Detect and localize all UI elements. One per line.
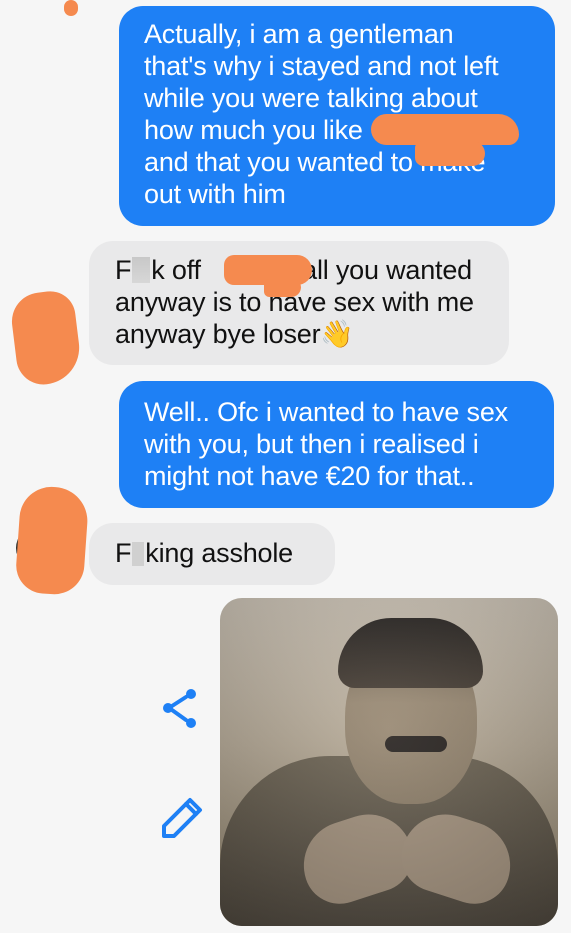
chat-thread: Actually, i am a gentleman that's why i … bbox=[0, 0, 571, 933]
message-text-line: Fking asshole bbox=[115, 537, 315, 569]
avatar-redaction bbox=[8, 288, 84, 388]
message-text-fragment: F bbox=[115, 255, 132, 285]
name-redaction-tail bbox=[415, 141, 485, 166]
photo-shading bbox=[220, 598, 558, 926]
message-text-line: out with him bbox=[144, 179, 286, 209]
edit-icon[interactable] bbox=[158, 794, 206, 842]
message-text-line: with you, but then i realised i bbox=[144, 429, 479, 459]
censor-blur bbox=[132, 542, 145, 566]
message-text-line: anyway bye loser👋 bbox=[115, 319, 354, 349]
message-text-line: that's why i stayed and not left bbox=[144, 51, 499, 81]
message-text-line: might not have €20 for that.. bbox=[144, 461, 475, 491]
message-text-line: Well.. Ofc i wanted to have sex bbox=[144, 397, 508, 427]
outgoing-message-2[interactable]: Well.. Ofc i wanted to have sex with you… bbox=[119, 381, 554, 508]
name-redaction-tail bbox=[264, 279, 301, 297]
avatar-redaction bbox=[14, 484, 90, 597]
incoming-message-2[interactable]: Fking asshole bbox=[89, 523, 335, 585]
top-redaction-mark bbox=[64, 0, 78, 16]
shared-photo[interactable] bbox=[220, 598, 558, 926]
message-text-line: Actually, i am a gentleman bbox=[144, 19, 454, 49]
message-text-fragment: all you wanted bbox=[302, 255, 472, 285]
message-text-fragment: k off bbox=[151, 255, 201, 285]
censor-blur bbox=[132, 257, 151, 283]
message-text-fragment: F bbox=[115, 538, 132, 568]
share-icon[interactable] bbox=[159, 687, 207, 735]
message-text-line: while you were talking about bbox=[144, 83, 478, 113]
message-text-fragment: king asshole bbox=[145, 538, 293, 568]
